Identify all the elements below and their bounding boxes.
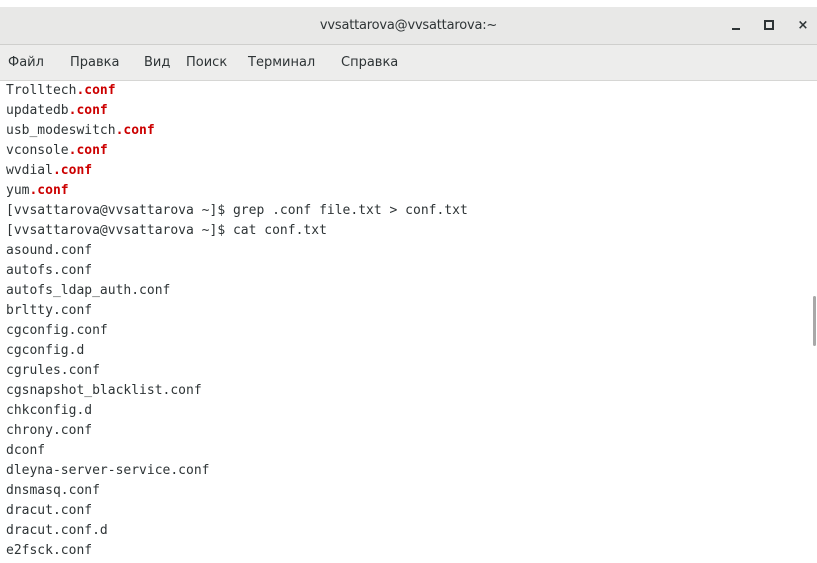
terminal-line-text: cgconfig.conf xyxy=(6,323,108,338)
terminal-line: cgsnapshot_blacklist.conf xyxy=(6,381,813,401)
terminal-line-text: e2fsck.conf xyxy=(6,543,93,558)
terminal-line: autofs.conf xyxy=(6,261,813,281)
terminal-line-text: dracut.conf xyxy=(6,503,93,518)
terminal-match-highlight: .conf xyxy=(76,83,116,98)
window-title: vvsattarova@vvsattarova:~ xyxy=(319,18,498,33)
terminal-line-text: cgconfig.d xyxy=(6,343,85,358)
terminal-line-text: cgrules.conf xyxy=(6,363,100,378)
terminal-line-text: usb_modeswitch xyxy=(6,123,116,138)
menu-item-search[interactable]: Поиск xyxy=(186,45,227,80)
terminal-line-text: chrony.conf xyxy=(6,423,93,438)
minimize-icon xyxy=(732,28,740,30)
menu-item-edit[interactable]: Правка xyxy=(70,45,119,80)
menu-item-view[interactable]: Вид xyxy=(144,45,170,80)
terminal-line: wvdial.conf xyxy=(6,161,813,181)
scrollbar[interactable] xyxy=(813,81,817,563)
terminal-match-highlight: .conf xyxy=(68,143,108,158)
terminal-line: autofs_ldap_auth.conf xyxy=(6,281,813,301)
terminal-line: yum.conf xyxy=(6,181,813,201)
terminal-line: chkconfig.d xyxy=(6,401,813,421)
menu-item-file[interactable]: Файл xyxy=(8,45,44,80)
terminal-line-text: Trolltech xyxy=(6,83,77,98)
terminal-line: vconsole.conf xyxy=(6,141,813,161)
terminal-line: dracut.conf xyxy=(6,501,813,521)
menu-bar: Файл Правка Вид Поиск Терминал Справка xyxy=(0,45,817,81)
terminal-line: [vvsattarova@vvsattarova ~]$ cat conf.tx… xyxy=(6,221,813,241)
terminal-line: chrony.conf xyxy=(6,421,813,441)
close-icon: × xyxy=(797,17,809,33)
terminal-line-text: dracut.conf.d xyxy=(6,523,108,538)
terminal-line: cgrules.conf xyxy=(6,361,813,381)
terminal-line: [vvsattarova@vvsattarova ~]$ grep .conf … xyxy=(6,201,813,221)
terminal-output[interactable]: Trolltech.conf updatedb.conf usb_modeswitc… xyxy=(0,81,813,563)
terminal-line: dracut.conf.d xyxy=(6,521,813,541)
terminal-line-text: dleyna-server-service.conf xyxy=(6,463,210,478)
terminal-line-text: wvdial xyxy=(6,163,53,178)
terminal-line-text: [vvsattarova@vvsattarova ~]$ cat conf.tx… xyxy=(6,223,327,238)
menu-item-help[interactable]: Справка xyxy=(341,45,398,80)
terminal-line-text: dconf xyxy=(6,443,46,458)
terminal-line: Trolltech.conf xyxy=(6,81,813,101)
terminal-line: e2fsck.conf xyxy=(6,541,813,561)
terminal-line: cgconfig.d xyxy=(6,341,813,361)
terminal-line-text: autofs_ldap_auth.conf xyxy=(6,283,171,298)
terminal-line: usb_modeswitch.conf xyxy=(6,121,813,141)
minimize-button[interactable] xyxy=(726,15,746,35)
terminal-line-text: cgsnapshot_blacklist.conf xyxy=(6,383,202,398)
terminal-line-text: updatedb xyxy=(6,103,69,118)
terminal-line-text: chkconfig.d xyxy=(6,403,93,418)
terminal-line: dnsmasq.conf xyxy=(6,481,813,501)
terminal-line-text: brltty.conf xyxy=(6,303,93,318)
terminal-line: dleyna-server-service.conf xyxy=(6,461,813,481)
terminal-match-highlight: .conf xyxy=(68,103,108,118)
terminal-match-highlight: .conf xyxy=(115,123,155,138)
terminal-line-text: dnsmasq.conf xyxy=(6,483,100,498)
terminal-line: updatedb.conf xyxy=(6,101,813,121)
terminal-line-text: asound.conf xyxy=(6,243,93,258)
terminal-line: cgconfig.conf xyxy=(6,321,813,341)
maximize-icon xyxy=(764,20,774,30)
terminal-match-highlight: .conf xyxy=(29,183,69,198)
maximize-button[interactable] xyxy=(759,15,779,35)
terminal-window: vvsattarova@vvsattarova:~ × Файл Правка … xyxy=(0,0,817,563)
terminal-line-text: autofs.conf xyxy=(6,263,93,278)
terminal-line: brltty.conf xyxy=(6,301,813,321)
menu-item-terminal[interactable]: Терминал xyxy=(248,45,315,80)
title-bar[interactable]: vvsattarova@vvsattarova:~ × xyxy=(0,7,817,45)
terminal-line-text: yum xyxy=(6,183,30,198)
terminal-line: asound.conf xyxy=(6,241,813,261)
scrollbar-thumb[interactable] xyxy=(813,296,816,346)
terminal-match-highlight: .conf xyxy=(52,163,93,178)
close-button[interactable]: × xyxy=(793,15,813,35)
terminal-line-text: vconsole xyxy=(6,143,69,158)
terminal-line-text: [vvsattarova@vvsattarova ~]$ grep .conf … xyxy=(6,203,468,218)
terminal-line: dconf xyxy=(6,441,813,461)
